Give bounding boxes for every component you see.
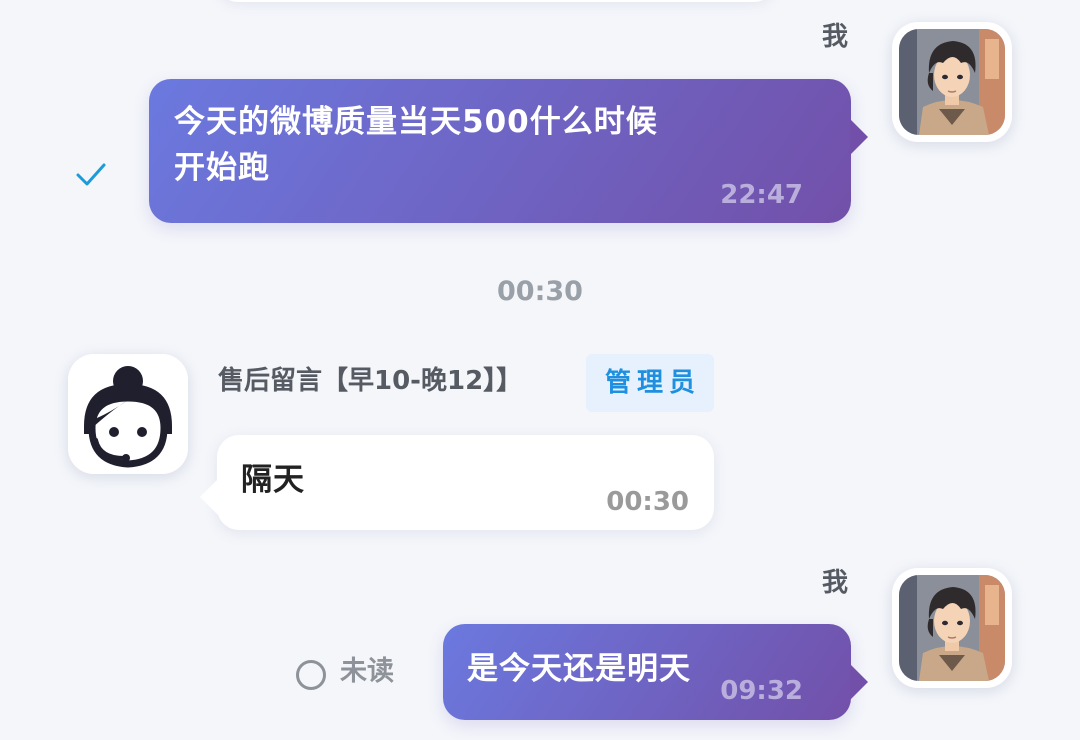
message-bubble-outgoing[interactable]: 是今天还是明天 09:32: [443, 624, 868, 720]
agent-sender-name: 售后留言【早10-晚12】】: [218, 366, 523, 396]
my-avatar[interactable]: [892, 22, 1012, 142]
chat-message-list[interactable]: 我 今天的微博质量当天500什么时候 开始跑 22:47 00:30 售后留言【…: [0, 0, 1080, 740]
sender-name-me: 我: [822, 22, 849, 52]
anime-boy-avatar-icon: [899, 575, 1005, 681]
admin-role-badge: 管理员: [586, 354, 714, 412]
message-text: 是今天还是明天: [467, 651, 691, 687]
message-time: 09:32: [720, 676, 803, 706]
message-bubble-incoming[interactable]: 隔天 00:30: [200, 435, 714, 530]
unread-circle-icon: [296, 660, 326, 690]
sender-name-me: 我: [822, 568, 849, 598]
read-check-icon: [76, 162, 106, 188]
my-avatar[interactable]: [892, 568, 1012, 688]
message-time: 00:30: [606, 487, 689, 517]
message-text: 隔天: [241, 462, 305, 498]
customer-service-agent-icon: [68, 354, 188, 474]
my-avatar-image: [899, 29, 1005, 135]
message-bubble-outgoing[interactable]: 今天的微博质量当天500什么时候 开始跑 22:47: [149, 79, 868, 223]
message-text: 今天的微博质量当天500什么时候 开始跑: [174, 99, 734, 191]
previous-message-bubble: [216, 0, 776, 2]
anime-boy-avatar-icon: [899, 29, 1005, 135]
agent-avatar[interactable]: [68, 354, 188, 474]
timestamp-divider: 00:30: [497, 276, 583, 307]
my-avatar-image: [899, 575, 1005, 681]
message-text-line-2: 开始跑: [174, 150, 270, 186]
unread-label: 未读: [340, 656, 394, 687]
message-text-line-1: 今天的微博质量当天500什么时候: [174, 104, 658, 140]
message-time: 22:47: [720, 180, 803, 210]
